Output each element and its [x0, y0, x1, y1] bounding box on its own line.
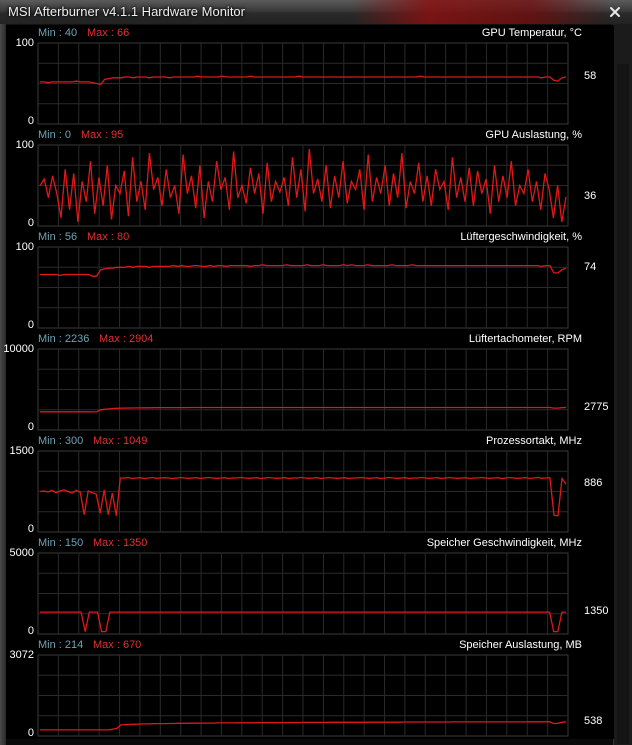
min-label: Min : 56 — [38, 231, 78, 243]
graph-title: Lüftertachometer, RPM — [468, 333, 582, 345]
current-value: 886 — [584, 477, 603, 490]
max-label: Max : 670 — [93, 639, 142, 651]
axis-max-label: 3072 — [9, 649, 34, 661]
current-value: 1350 — [584, 605, 609, 618]
graph-plot — [37, 348, 569, 431]
graph-title: Speicher Auslastung, MB — [459, 639, 582, 651]
graph-panel[interactable]: Min : 56 Max : 80 Lüftergeschwindigkeit, %… — [6, 229, 614, 331]
graph-plot — [37, 144, 569, 227]
graph-plot — [37, 552, 569, 635]
scrollbar-track[interactable] — [617, 64, 629, 744]
current-value: 538 — [584, 714, 603, 727]
hardware-monitor-window: MSI Afterburner v4.1.1 Hardware Monitor … — [0, 0, 632, 745]
graph-title: Speicher Geschwindigkeit, MHz — [426, 537, 582, 549]
graph-plot — [37, 42, 569, 125]
graph-plot — [37, 246, 569, 329]
axis-min-label: 0 — [27, 727, 34, 739]
current-value: 58 — [584, 70, 597, 83]
window-title: MSI Afterburner v4.1.1 Hardware Monitor — [8, 4, 245, 19]
axis-max-label: 1500 — [9, 445, 34, 457]
max-label: Max : 95 — [81, 129, 124, 141]
graph-panel[interactable]: Min : 214 Max : 670 Speicher Auslastung, M… — [6, 637, 614, 739]
max-label: Max : 1049 — [93, 435, 148, 447]
max-label: Max : 80 — [87, 231, 130, 243]
max-label: Max : 1350 — [93, 537, 148, 549]
graph-title: GPU Temperatur, °C — [481, 27, 582, 39]
axis-min-label: 0 — [27, 319, 34, 331]
min-label: Min : 300 — [38, 435, 84, 447]
graph-title: Prozessortakt, MHz — [486, 435, 582, 447]
min-label: Min : 2236 — [38, 333, 90, 345]
title-bar-background — [350, 0, 610, 24]
axis-min-label: 0 — [27, 625, 34, 637]
axis-min-label: 0 — [27, 523, 34, 535]
min-label: Min : 40 — [38, 27, 78, 39]
axis-max-label: 100 — [15, 139, 34, 151]
close-icon[interactable] — [608, 5, 622, 19]
current-value: 36 — [584, 189, 597, 202]
axis-min-label: 0 — [27, 421, 34, 433]
min-label: Min : 214 — [38, 639, 84, 651]
current-value: 74 — [584, 261, 597, 274]
axis-max-label: 5000 — [9, 547, 34, 559]
max-label: Max : 2904 — [99, 333, 154, 345]
current-value: 2775 — [584, 400, 609, 413]
max-label: Max : 66 — [87, 27, 130, 39]
axis-max-label: 10000 — [3, 343, 34, 355]
graph-title: Lüftergeschwindigkeit, % — [460, 231, 582, 243]
graph-plot — [37, 450, 569, 533]
graph-panel[interactable]: Min : 2236 Max : 2904 Lüftertachometer, RP… — [3, 331, 614, 433]
title-bar[interactable]: MSI Afterburner v4.1.1 Hardware Monitor — [0, 0, 632, 25]
graph-panel[interactable]: Min : 300 Max : 1049 Prozessortakt, MHz 150… — [6, 433, 614, 535]
min-label: Min : 0 — [38, 129, 72, 141]
graph-panel[interactable]: Min : 0 Max : 95 GPU Auslastung, % 100 0 36 — [6, 127, 614, 229]
scrollbar[interactable] — [613, 24, 632, 745]
min-label: Min : 150 — [38, 537, 84, 549]
axis-max-label: 100 — [15, 241, 34, 253]
graph-panel[interactable]: Min : 150 Max : 1350 Speicher Geschwindigk… — [6, 535, 614, 637]
graph-plot — [37, 654, 569, 737]
axis-max-label: 100 — [15, 37, 34, 49]
graph-title: GPU Auslastung, % — [485, 129, 582, 141]
graph-panel[interactable]: Min : 40 Max : 66 GPU Temperatur, °C 100 0 58 — [6, 25, 614, 127]
axis-min-label: 0 — [27, 115, 34, 127]
axis-min-label: 0 — [27, 217, 34, 229]
